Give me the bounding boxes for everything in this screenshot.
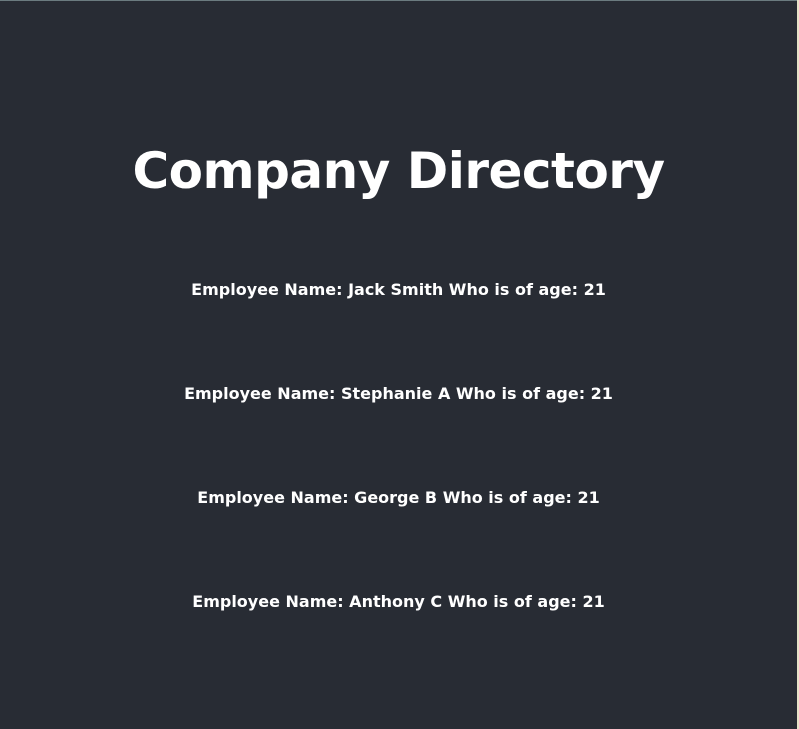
employee-entry-anthony-c: Employee Name: Anthony C Who is of age: … — [192, 592, 605, 611]
employee-entry-george-b: Employee Name: George B Who is of age: 2… — [197, 488, 600, 507]
employee-entry-stephanie-a: Employee Name: Stephanie A Who is of age… — [184, 384, 613, 403]
page-title: Company Directory — [132, 142, 665, 200]
employee-entry-jack-smith: Employee Name: Jack Smith Who is of age:… — [191, 280, 606, 299]
company-directory-page: Company Directory Employee Name: Jack Sm… — [0, 0, 797, 729]
